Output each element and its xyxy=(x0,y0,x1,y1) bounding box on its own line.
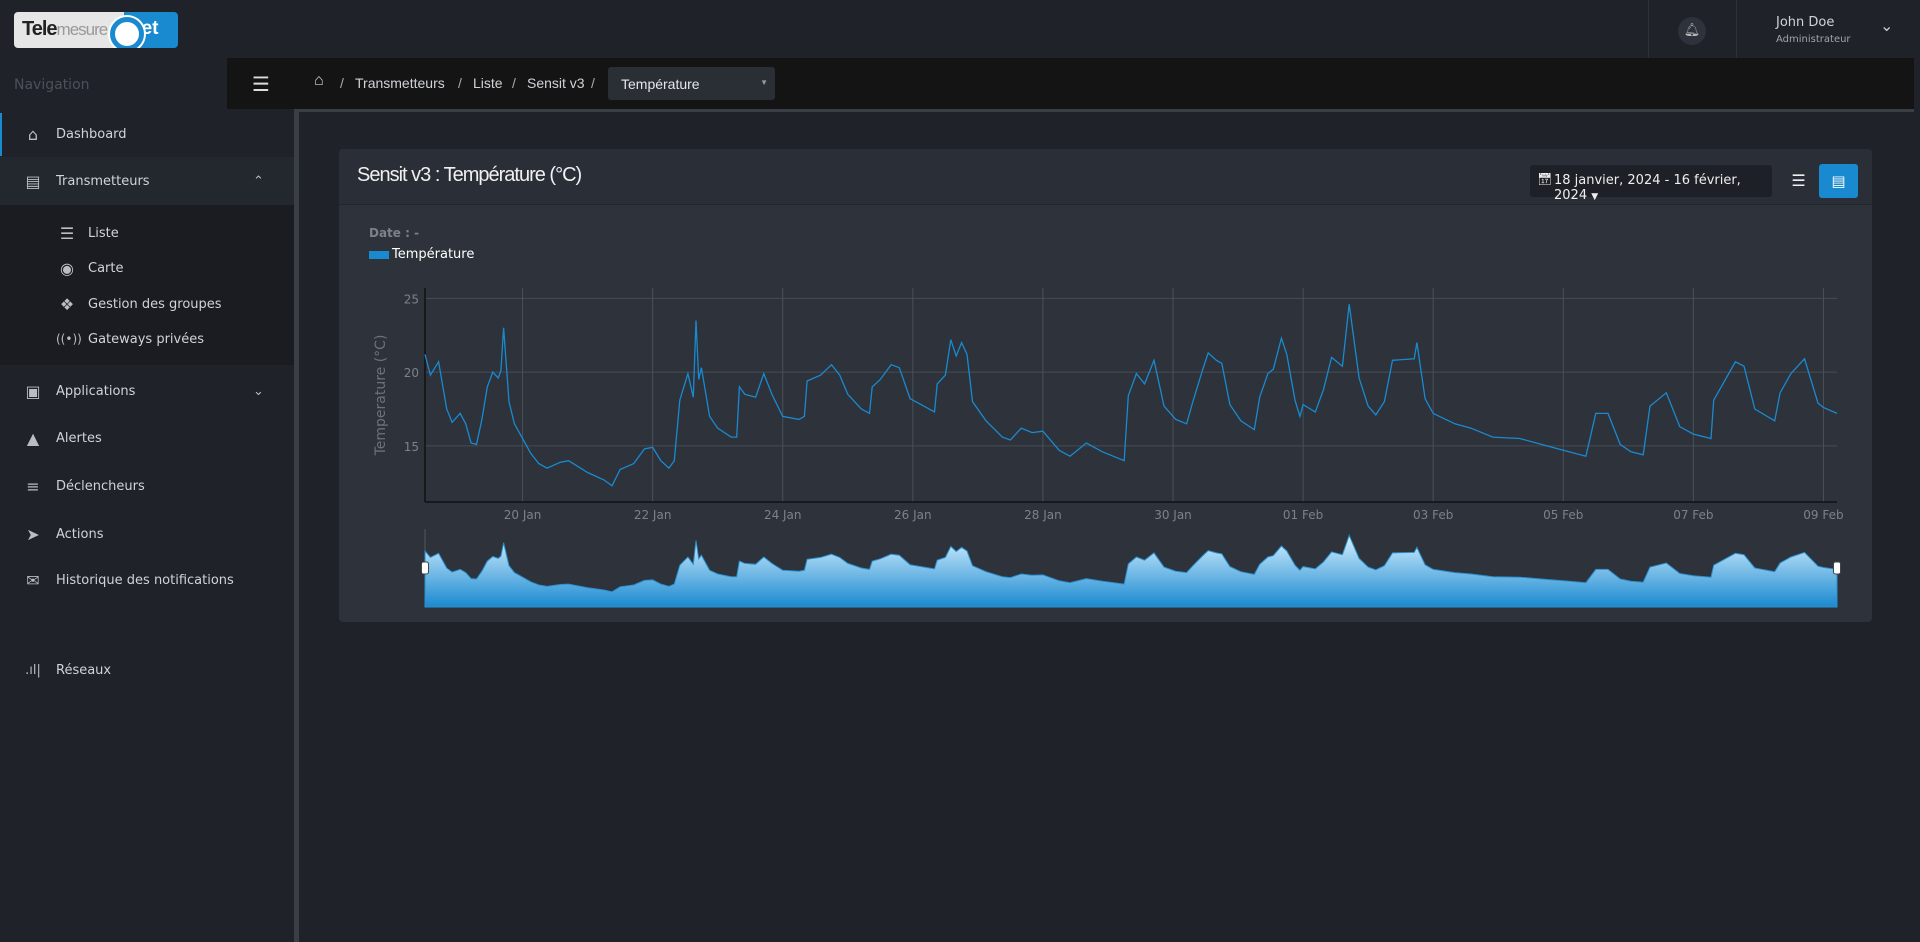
navigator-area xyxy=(424,534,1838,608)
x-tick-label: 05 Feb xyxy=(1543,508,1583,522)
navigator-handle-right[interactable] xyxy=(1833,561,1841,575)
x-tick-label: 20 Jan xyxy=(504,508,542,522)
navigator-handle-left[interactable] xyxy=(421,561,429,575)
x-tick-label: 30 Jan xyxy=(1154,508,1192,522)
x-tick-label: 28 Jan xyxy=(1024,508,1062,522)
temperature-chart[interactable]: 15 20 25 20 Jan 22 Jan 24 Jan 26 Jan 28 Jan 30 J… xyxy=(0,0,1920,942)
x-tick-label: 09 Feb xyxy=(1803,508,1843,522)
x-tick-label: 01 Feb xyxy=(1283,508,1323,522)
x-tick-label: 03 Feb xyxy=(1413,508,1453,522)
y-tick-label: 25 xyxy=(404,292,419,306)
y-tick-label: 20 xyxy=(404,366,419,380)
temperature-line xyxy=(424,304,1838,487)
x-tick-label: 26 Jan xyxy=(894,508,932,522)
x-tick-label: 07 Feb xyxy=(1673,508,1713,522)
y-tick-label: 15 xyxy=(404,440,419,454)
x-tick-label: 22 Jan xyxy=(634,508,672,522)
x-tick-label: 24 Jan xyxy=(764,508,802,522)
y-axis-label: Temperature (°C) xyxy=(373,335,389,457)
